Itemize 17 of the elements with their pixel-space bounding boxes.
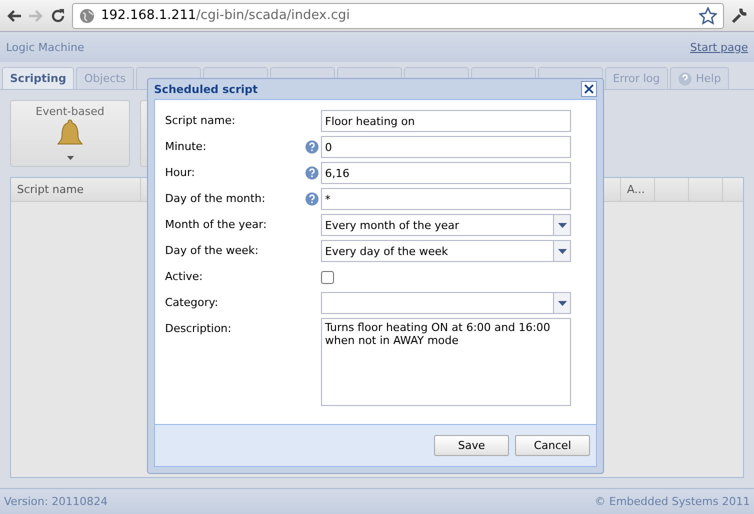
field-label: Day of the week:	[165, 243, 260, 257]
field-label: Minute:	[165, 139, 208, 153]
field-label: Description:	[165, 321, 232, 335]
field-label: Hour:	[165, 165, 196, 179]
column-header: Script name	[11, 178, 141, 201]
url-path: /cgi-bin/scada/index.cgi	[196, 8, 350, 23]
field-label: Day of the month:	[165, 191, 266, 205]
dialog-title: Scheduled script	[154, 82, 258, 96]
url-host: 192.168.1.211	[101, 8, 196, 23]
column-header: A...	[621, 178, 655, 201]
app-title: Logic Machine	[6, 40, 84, 54]
field-label: Category:	[165, 295, 220, 309]
field-label: Script name:	[165, 113, 236, 127]
field-label: Active:	[165, 269, 204, 283]
copyright-text: © Embedded Systems 2011	[594, 495, 750, 508]
field-label: Month of the year:	[165, 217, 268, 231]
version-text: Version: 20110824	[4, 495, 108, 508]
